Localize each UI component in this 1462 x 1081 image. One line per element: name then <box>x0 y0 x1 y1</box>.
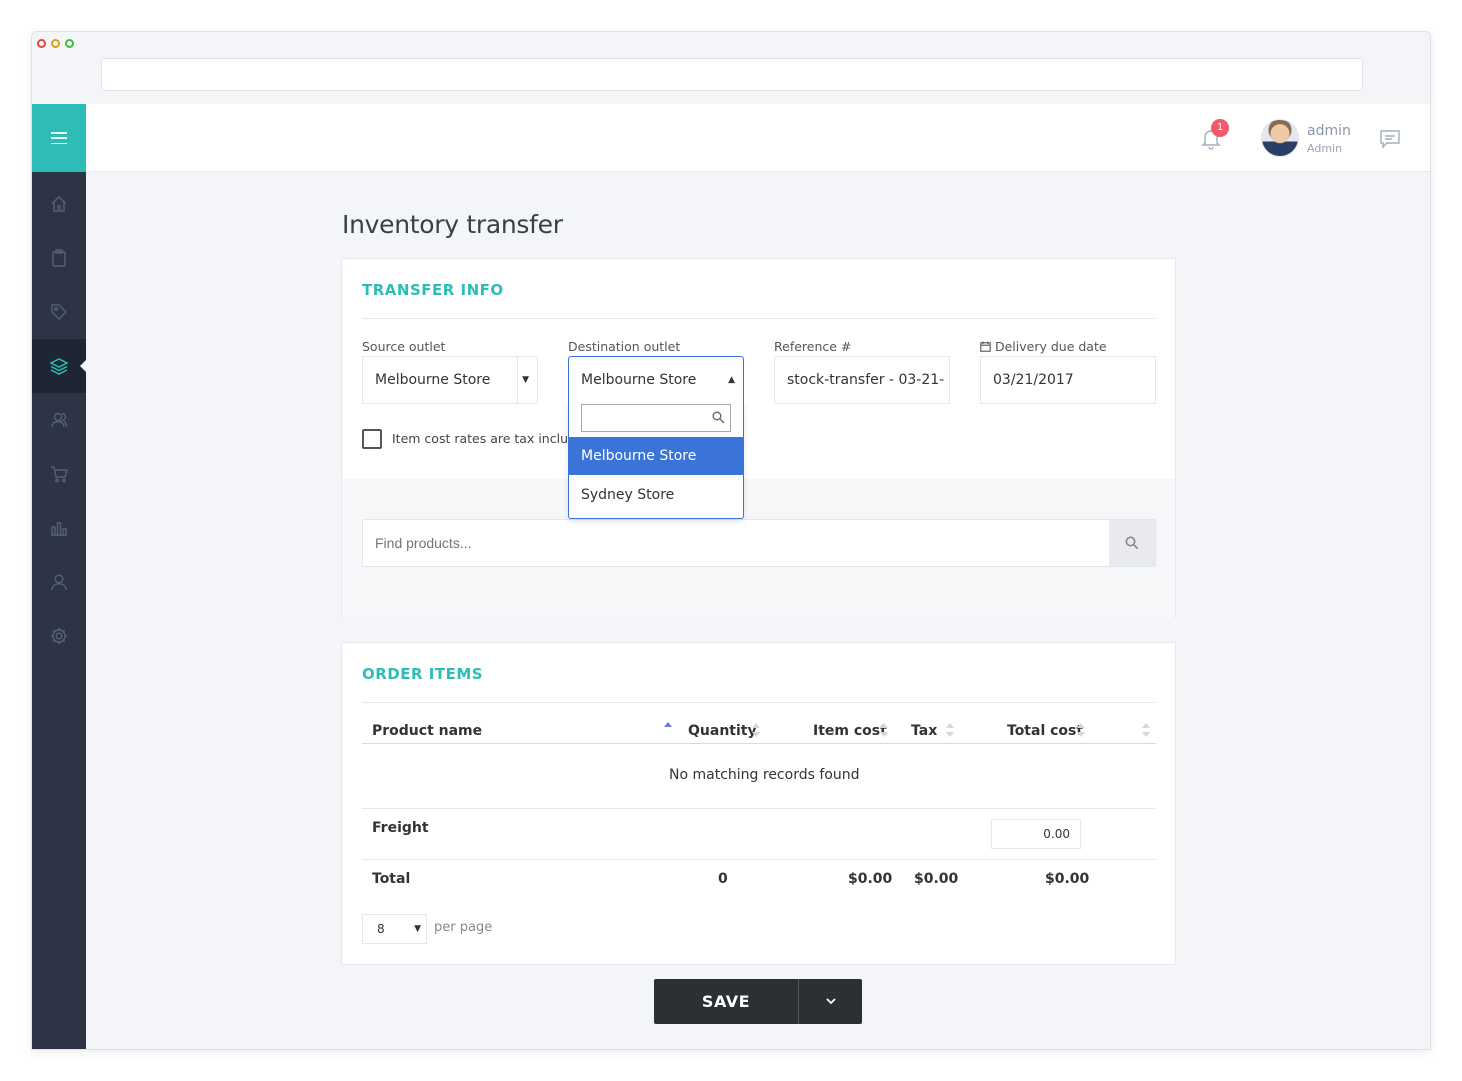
sidebar-toggle-button[interactable] <box>32 104 86 172</box>
browser-chrome <box>32 32 1430 104</box>
sidebar-item-users[interactable] <box>32 555 86 609</box>
menu-icon <box>51 132 67 144</box>
column-product-name[interactable]: Product name <box>372 723 482 739</box>
order-items-title: ORDER ITEMS <box>362 665 484 683</box>
divider <box>362 808 1156 809</box>
destination-outlet-select[interactable]: Melbourne Store ▲ <box>568 356 744 404</box>
save-button-group: SAVE <box>654 979 862 1024</box>
save-button[interactable]: SAVE <box>654 979 798 1024</box>
home-icon <box>51 196 67 212</box>
search-icon <box>712 411 725 424</box>
sort-icon[interactable] <box>946 721 954 739</box>
calendar-icon <box>980 341 991 352</box>
sidebar-item-products[interactable] <box>32 285 86 339</box>
dropdown-option-sydney[interactable]: Sydney Store <box>569 476 743 514</box>
address-bar[interactable] <box>101 58 1363 91</box>
reference-input[interactable]: stock-transfer - 03-21- <box>774 356 950 404</box>
freight-input[interactable]: 0.00 <box>991 819 1081 849</box>
source-outlet-select[interactable]: Melbourne Store ▼ <box>362 356 538 404</box>
main-content: Inventory transfer TRANSFER INFO Source … <box>86 173 1430 1049</box>
sort-icon[interactable] <box>1142 721 1150 739</box>
page-title: Inventory transfer <box>342 210 563 239</box>
table-header-divider <box>362 743 1156 744</box>
dropdown-search-input[interactable] <box>581 404 731 432</box>
sidebar-item-settings[interactable] <box>32 609 86 663</box>
per-page-select[interactable]: 8 ▼ <box>362 914 427 944</box>
sidebar-item-reports[interactable] <box>32 501 86 555</box>
user-role: Admin <box>1307 142 1343 155</box>
sidebar-item-orders[interactable] <box>32 231 86 285</box>
dropdown-option-melbourne[interactable]: Melbourne Store <box>569 437 743 475</box>
empty-message: No matching records found <box>669 767 860 783</box>
avatar[interactable] <box>1261 119 1299 157</box>
total-quantity: 0 <box>718 871 728 887</box>
due-date-label-group: Delivery due date <box>980 339 1107 354</box>
divider <box>362 702 1156 703</box>
product-search-bar <box>362 519 1156 567</box>
gear-icon <box>51 628 67 644</box>
divider <box>362 859 1156 860</box>
top-bar: 1 admin Admin <box>86 104 1430 172</box>
column-item-cost[interactable]: Item cost <box>813 723 887 739</box>
due-date-input[interactable]: 03/21/2017 <box>980 356 1156 404</box>
chevron-down-icon <box>825 998 836 1005</box>
due-date-value: 03/21/2017 <box>993 372 1074 388</box>
transfer-info-card: TRANSFER INFO Source outlet Melbourne St… <box>341 258 1176 618</box>
product-search-button[interactable] <box>1109 520 1155 566</box>
maximize-window-dot[interactable] <box>65 39 74 48</box>
chart-icon <box>51 522 67 536</box>
reference-label: Reference # <box>774 339 852 354</box>
cart-icon <box>51 466 68 483</box>
sidebar-item-customers[interactable] <box>32 393 86 447</box>
reference-value: stock-transfer - 03-21- <box>787 372 945 388</box>
total-item-cost: $0.00 <box>848 871 893 887</box>
source-outlet-label: Source outlet <box>362 339 446 354</box>
caret-down-icon: ▼ <box>414 924 421 934</box>
product-search-input[interactable] <box>375 520 1075 566</box>
freight-label: Freight <box>372 820 429 836</box>
column-quantity[interactable]: Quantity <box>688 723 757 739</box>
total-label: Total <box>372 871 411 887</box>
chat-icon[interactable] <box>1379 129 1401 149</box>
browser-window: 1 admin Admin Inventory transfer TRANSFE… <box>31 31 1431 1050</box>
tag-icon <box>51 304 67 320</box>
destination-outlet-value: Melbourne Store <box>581 372 697 388</box>
caret-down-icon: ▼ <box>522 375 529 385</box>
layers-icon <box>49 358 69 375</box>
tax-inclusive-checkbox[interactable] <box>362 429 382 449</box>
column-tax[interactable]: Tax <box>911 723 937 739</box>
sidebar-item-inventory[interactable] <box>32 339 86 393</box>
order-items-card: ORDER ITEMS Product name Quantity Item c… <box>341 642 1176 965</box>
sidebar-item-sales[interactable] <box>32 447 86 501</box>
per-page-label: per page <box>434 920 493 935</box>
sort-asc-icon[interactable] <box>664 721 672 739</box>
caret-up-icon: ▲ <box>728 375 735 385</box>
users-icon <box>51 412 68 428</box>
transfer-info-title: TRANSFER INFO <box>362 281 504 299</box>
save-options-button[interactable] <box>798 979 862 1024</box>
destination-outlet-label: Destination outlet <box>568 339 681 354</box>
notification-badge: 1 <box>1211 119 1229 137</box>
due-date-label: Delivery due date <box>994 339 1107 354</box>
sidebar-item-home[interactable] <box>32 177 86 231</box>
sort-icon[interactable] <box>880 721 888 739</box>
destination-outlet-dropdown: Melbourne Store Sydney Store <box>568 403 744 519</box>
sort-icon[interactable] <box>752 721 760 739</box>
sort-icon[interactable] <box>1077 721 1085 739</box>
select-separator <box>517 357 518 403</box>
close-window-dot[interactable] <box>37 39 46 48</box>
user-icon <box>51 574 67 591</box>
user-name[interactable]: admin <box>1307 123 1351 139</box>
divider <box>362 318 1156 319</box>
per-page-value: 8 <box>377 922 385 936</box>
source-outlet-value: Melbourne Store <box>375 372 491 388</box>
column-total-cost[interactable]: Total cost <box>1007 723 1083 739</box>
total-tax: $0.00 <box>914 871 959 887</box>
search-icon <box>1125 536 1139 550</box>
total-cost: $0.00 <box>1045 871 1090 887</box>
tax-inclusive-label: Item cost rates are tax inclusive <box>392 431 594 446</box>
sidebar <box>32 104 86 1049</box>
clipboard-icon <box>52 249 66 267</box>
minimize-window-dot[interactable] <box>51 39 60 48</box>
